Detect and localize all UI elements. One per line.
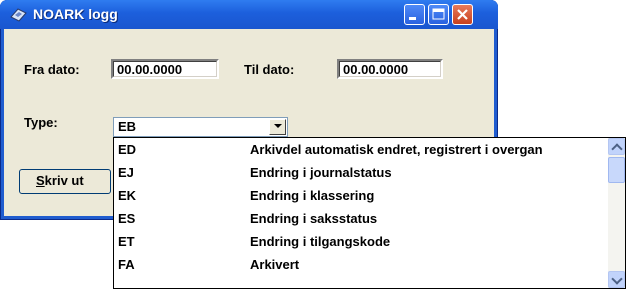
type-selected-value: EB: [118, 119, 137, 134]
print-label: kriv ut: [44, 173, 84, 188]
title-bar[interactable]: NOARK logg: [0, 0, 498, 29]
list-item[interactable]: ET Endring i tilgangskode: [114, 231, 608, 253]
chevron-down-icon: [611, 273, 623, 285]
list-item[interactable]: EK Endring i klassering: [114, 185, 608, 207]
type-dropdown-list[interactable]: ED Arkivdel automatisk endret, registrer…: [113, 137, 626, 289]
minimize-button[interactable]: [404, 4, 425, 25]
print-hotkey: S: [36, 173, 45, 188]
list-item[interactable]: ED Arkivdel automatisk endret, registrer…: [114, 139, 608, 161]
item-description: Endring i klassering: [250, 188, 375, 203]
scroll-thumb[interactable]: [608, 157, 625, 183]
item-code: ET: [118, 234, 135, 249]
til-dato-input[interactable]: 00.00.0000: [337, 59, 443, 79]
til-dato-label: Til dato:: [244, 62, 295, 77]
type-label: Type:: [24, 115, 58, 130]
close-button[interactable]: [452, 4, 473, 25]
chevron-down-icon: [274, 124, 282, 128]
item-description: Endring i saksstatus: [250, 211, 378, 226]
item-description: Arkivert: [250, 257, 300, 272]
minimize-icon: [409, 17, 416, 20]
combo-dropdown-button[interactable]: [269, 119, 286, 135]
item-code: ED: [118, 142, 137, 157]
maximize-icon: [432, 8, 445, 20]
app-icon: [10, 8, 27, 22]
list-item[interactable]: ES Endring i saksstatus: [114, 208, 608, 230]
dropdown-scrollbar[interactable]: [608, 138, 625, 288]
item-description: Endring i tilgangskode: [250, 234, 391, 249]
item-code: ES: [118, 211, 136, 226]
item-code: EK: [118, 188, 137, 203]
list-item[interactable]: EJ Endring i journalstatus: [114, 162, 608, 184]
scroll-up-button[interactable]: [608, 138, 625, 155]
chevron-up-icon: [611, 143, 623, 155]
item-description: Endring i journalstatus: [250, 165, 392, 180]
fra-dato-label: Fra dato:: [24, 62, 80, 77]
item-description: Arkivdel automatisk endret, registrert i…: [250, 142, 543, 157]
item-code: EJ: [118, 165, 134, 180]
fra-dato-input[interactable]: 00.00.0000: [111, 59, 219, 79]
type-combobox[interactable]: EB: [113, 117, 288, 137]
list-item[interactable]: FA Arkivert: [114, 254, 608, 276]
item-code: FA: [118, 257, 135, 272]
scroll-down-button[interactable]: [608, 271, 625, 288]
window-title: NOARK logg: [33, 6, 118, 22]
maximize-button[interactable]: [428, 4, 449, 25]
skriv-ut-button[interactable]: Skriv ut: [19, 169, 111, 194]
close-icon: [457, 9, 468, 20]
